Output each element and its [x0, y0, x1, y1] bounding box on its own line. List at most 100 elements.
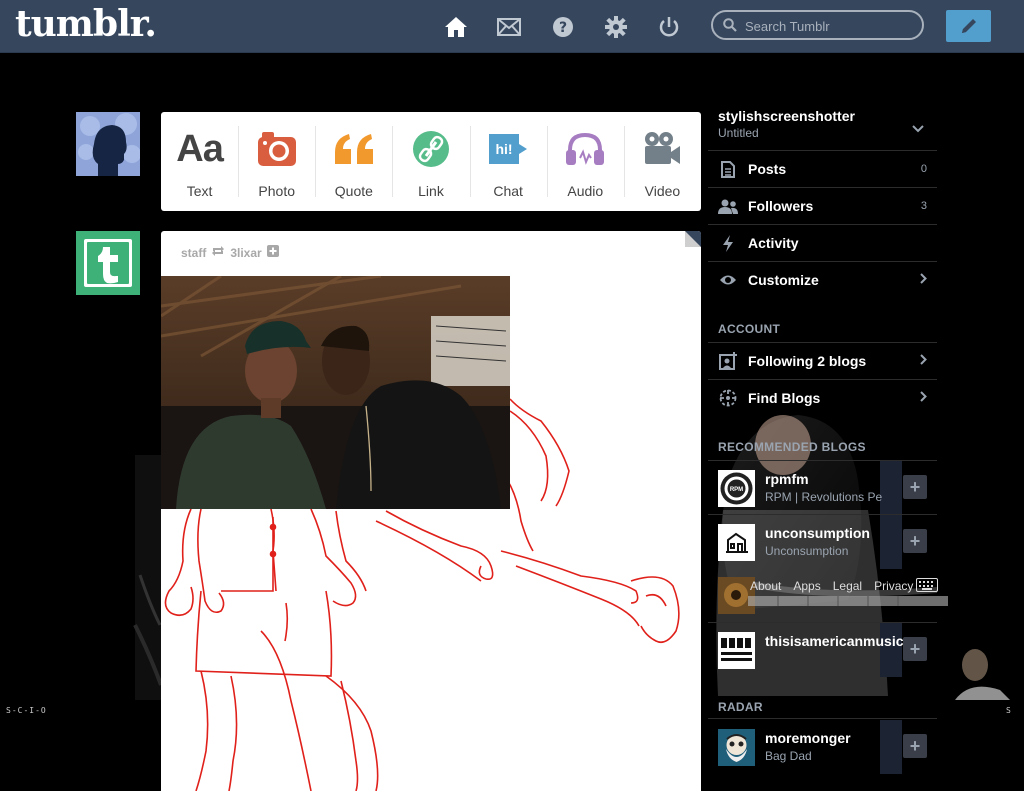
followers-count: 3 — [920, 200, 927, 212]
headphones-icon — [562, 130, 608, 168]
sidebar-item-following[interactable]: Following 2 blogs — [708, 342, 937, 379]
post-type-label: Audio — [567, 183, 604, 199]
document-icon — [718, 160, 738, 178]
camera-icon — [254, 130, 300, 168]
footer-link-privacy[interactable]: Privacy — [874, 579, 913, 593]
blog-switcher[interactable]: stylishscreenshotter Untitled — [718, 108, 855, 140]
text-post-icon: Aa — [176, 127, 224, 170]
backdrop-caption-right: S — [1006, 706, 1011, 715]
user-avatar[interactable] — [76, 112, 140, 176]
logout-icon[interactable] — [656, 14, 682, 40]
post-type-audio[interactable]: Audio — [546, 112, 624, 211]
post-type-link[interactable]: Link — [392, 112, 469, 211]
rec-blog-subtitle: Unconsumption — [765, 544, 849, 558]
post-type-label: Text — [186, 183, 213, 199]
add-person-icon — [718, 352, 738, 370]
people-icon — [718, 199, 738, 214]
follow-button[interactable]: + — [903, 637, 927, 661]
svg-text:hi!: hi! — [496, 141, 513, 157]
row-edge — [880, 623, 902, 677]
top-bar: tumblr. ? — [0, 0, 1024, 53]
sidebar-item-label: Followers — [748, 198, 814, 214]
post-type-video[interactable]: Video — [623, 112, 701, 211]
post-type-chat[interactable]: hi! Chat — [469, 112, 547, 211]
unconsumption-avatar[interactable] — [718, 524, 755, 561]
sidebar-item-label: Posts — [748, 161, 787, 177]
pencil-icon — [961, 19, 976, 33]
sidebar-item-label: Following 2 blogs — [748, 353, 867, 369]
post-type-photo[interactable]: Photo — [238, 112, 315, 211]
follow-button[interactable]: + — [903, 734, 927, 758]
rpmfm-avatar[interactable]: RPM — [718, 470, 755, 507]
recommended-blog[interactable]: unconsumption Unconsumption + — [708, 514, 937, 569]
footer-links: About Apps Legal Privacy — [750, 579, 913, 593]
backdrop-photo-right — [955, 649, 1010, 700]
radar-section-title: RADAR — [718, 700, 763, 714]
radar-blog-name: moremonger — [765, 730, 851, 746]
chat-icon: hi! — [485, 130, 531, 168]
backdrop-photo-left — [133, 455, 161, 700]
radar-divider — [708, 718, 937, 719]
svg-text:RPM: RPM — [730, 487, 743, 493]
posts-count: 0 — [920, 163, 927, 175]
search-input[interactable] — [743, 16, 917, 36]
follow-button[interactable]: + — [903, 475, 927, 499]
rec-blog-name: rpmfm — [765, 471, 809, 487]
row-edge — [880, 720, 902, 774]
post-type-bar: Aa Text Photo Quote Link hi! Chat Audio — [161, 112, 701, 211]
thisisamericanmusic-avatar[interactable] — [718, 632, 755, 669]
keyboard-icon[interactable] — [916, 578, 938, 597]
sidebar-item-label: Activity — [748, 235, 799, 251]
search-icon — [723, 18, 737, 37]
sidebar-item-label: Customize — [748, 272, 819, 288]
sidebar-item-customize[interactable]: Customize — [708, 261, 937, 298]
chevron-right-icon — [920, 352, 927, 370]
settings-icon[interactable] — [603, 14, 629, 40]
radar-blog[interactable]: moremonger Bag Dad + — [708, 720, 937, 774]
follow-button[interactable]: + — [903, 529, 927, 553]
svg-text:?: ? — [559, 20, 567, 36]
lightning-icon — [718, 234, 738, 252]
row-edge — [880, 515, 902, 569]
rec-blog-name: thisisamericanmusic — [765, 633, 904, 649]
blog-subtitle: Untitled — [718, 126, 759, 140]
compose-button[interactable] — [946, 10, 991, 42]
sidebar-item-posts[interactable]: Posts 0 — [708, 150, 937, 187]
rec-blog-name: unconsumption — [765, 525, 870, 541]
backdrop-caption-left: S-C-I-O — [6, 706, 47, 715]
search-box[interactable] — [711, 10, 924, 40]
post-type-label: Link — [418, 183, 444, 199]
footer-link-about[interactable]: About — [750, 579, 781, 593]
chevron-right-icon — [920, 271, 927, 289]
rec-blog-subtitle: RPM | Revolutions Pe — [765, 490, 883, 504]
home-icon[interactable] — [443, 14, 469, 40]
chevron-down-icon[interactable] — [912, 120, 924, 138]
link-icon — [408, 130, 454, 168]
radar-blog-subtitle: Bag Dad — [765, 749, 812, 763]
recommended-blog[interactable]: thisisamericanmusic + — [708, 622, 937, 677]
quote-icon — [331, 130, 377, 168]
inbox-icon[interactable] — [496, 14, 522, 40]
footer-link-legal[interactable]: Legal — [833, 579, 862, 593]
post-type-label: Chat — [493, 183, 523, 199]
footer-row — [708, 568, 948, 622]
recommended-blog[interactable]: RPM rpmfm RPM | Revolutions Pe + — [708, 460, 937, 515]
row-edge — [880, 461, 902, 515]
post-type-label: Quote — [334, 183, 373, 199]
eye-icon — [718, 274, 738, 286]
video-camera-icon — [639, 130, 685, 168]
tumblr-logo[interactable]: tumblr. — [15, 3, 157, 45]
moremonger-avatar[interactable] — [718, 729, 755, 766]
tumblr-t-icon — [84, 239, 132, 287]
sidebar-item-activity[interactable]: Activity — [708, 224, 937, 261]
dashboard-post: staff 3lixar — [161, 231, 701, 791]
help-icon[interactable]: ? — [550, 14, 576, 40]
post-type-quote[interactable]: Quote — [315, 112, 392, 211]
post-type-text[interactable]: Aa Text — [161, 112, 238, 211]
staff-avatar[interactable] — [76, 231, 140, 295]
sidebar-item-followers[interactable]: Followers 3 — [708, 187, 937, 224]
footer-link-apps[interactable]: Apps — [793, 579, 820, 593]
blog-name: stylishscreenshotter — [718, 108, 855, 124]
account-section-title: ACCOUNT — [718, 322, 781, 336]
post-photo[interactable] — [161, 276, 510, 509]
